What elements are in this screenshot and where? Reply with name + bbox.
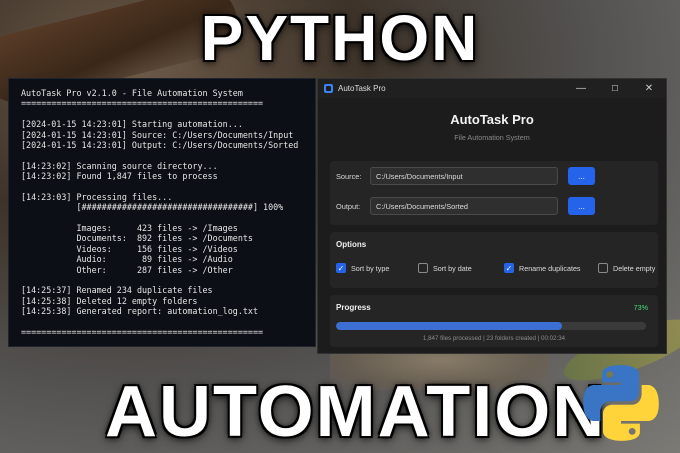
terminal-line: [14:25:38] Generated report: automation_… [21,306,258,317]
option-sort-by-date[interactable]: Sort by date [418,263,504,273]
terminal-line: [2024-01-15 14:23:01] Starting automatio… [21,119,243,130]
terminal-line: [14:25:38] Deleted 12 empty folders [21,295,198,306]
terminal-line: [14:23:02] Found 1,847 files to process [21,171,218,182]
window-controls: — ☐ ✕ [564,79,666,98]
title-bar[interactable]: AutoTask Pro — ☐ ✕ [318,79,666,98]
terminal-line: Documents: 892 files -> /Documents [21,233,253,244]
terminal-line: [14:23:03] Processing files... [21,191,173,202]
checkbox-sort-by-type[interactable]: ✓ [336,263,346,273]
option-label: Rename duplicates [519,263,581,273]
progress-bar-fill [336,322,563,330]
progress-panel: Progress 73% 1,847 files processed | 23 … [330,295,658,347]
python-logo-icon [583,365,659,441]
maximize-button[interactable]: ☐ [598,79,632,98]
app-heading: AutoTask Pro [450,112,534,127]
terminal-line: [14:23:02] Scanning source directory... [21,160,218,171]
options-list: ✓ Sort by type Sort by date ✓ Rename dup… [336,263,655,273]
terminal-line: [##################################] 100… [21,202,284,213]
checkbox-sort-by-date[interactable] [418,263,428,273]
terminal-line: [14:25:37] Renamed 234 duplicate files [21,285,213,296]
source-label: Source: [336,171,362,181]
terminal-line: Images: 423 files -> /Images [21,223,238,234]
terminal-line: ========================================… [21,98,264,109]
terminal-window: AutoTask Pro v2.1.0 - File Automation Sy… [8,78,316,347]
progress-bar [336,322,646,330]
app-subtitle: File Automation System [454,133,530,142]
output-browse-button[interactable]: ... [568,197,595,215]
window-title: AutoTask Pro [338,84,386,93]
progress-percent: 73% [633,303,648,312]
option-label: Delete empty [613,263,656,273]
source-browse-button[interactable]: ... [568,167,595,185]
option-sort-by-type[interactable]: ✓ Sort by type [336,263,418,273]
paths-panel: Source: C:/Users/Documents/Input ... Out… [330,161,658,225]
banner-top-text: PYTHON [200,2,480,74]
progress-title: Progress [336,303,371,312]
source-input[interactable]: C:/Users/Documents/Input [370,167,558,185]
terminal-line: Audio: 89 files -> /Audio [21,254,233,265]
options-panel: Options ✓ Sort by type Sort by date ✓ Re… [330,232,658,288]
terminal-line: AutoTask Pro v2.1.0 - File Automation Sy… [21,88,243,98]
source-row: Source: C:/Users/Documents/Input ... [336,167,595,185]
terminal-line: [2024-01-15 14:23:01] Source: C:/Users/D… [21,129,294,140]
checkbox-rename-duplicates[interactable]: ✓ [504,263,514,273]
option-label: Sort by type [351,263,390,273]
terminal-line: Other: 287 files -> /Other [21,264,233,275]
output-row: Output: C:/Users/Documents/Sorted ... [336,197,595,215]
output-input[interactable]: C:/Users/Documents/Sorted [370,197,558,215]
option-rename-duplicates[interactable]: ✓ Rename duplicates [504,263,598,273]
progress-status: 1,847 files processed | 23 folders creat… [422,335,566,342]
banner-bottom-text: AUTOMATION [105,372,607,452]
close-button[interactable]: ✕ [632,79,666,98]
terminal-line: ========================================… [21,326,264,337]
terminal-line: Videos: 156 files -> /Videos [21,243,238,254]
terminal-line: [2024-01-15 14:23:01] Output: C:/Users/D… [21,139,299,150]
minimize-button[interactable]: — [564,79,598,98]
options-title: Options [336,240,367,249]
checkbox-delete-empty[interactable] [598,263,608,273]
app-window: AutoTask Pro — ☐ ✕ AutoTask Pro File Aut… [317,78,667,354]
app-window-icon [324,84,333,93]
output-label: Output: [336,201,361,211]
option-label: Sort by date [433,263,472,273]
option-delete-empty[interactable]: Delete empty [598,263,655,273]
